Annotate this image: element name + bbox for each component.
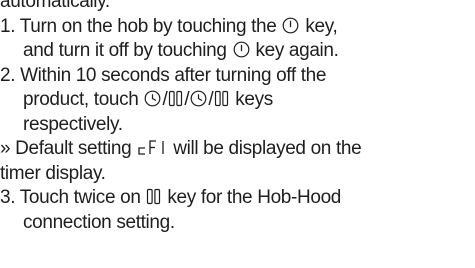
step-number: 1. <box>0 15 16 37</box>
power-icon <box>282 17 299 34</box>
top-fragment: automatically. <box>0 0 110 12</box>
step-1-line-2: and turn it off by touching key again. <box>23 40 339 61</box>
display-code-cfi <box>137 139 167 156</box>
note-line-2: timer display. <box>0 162 106 184</box>
note-line-1: » Default setting will be displayed on t… <box>0 138 362 159</box>
step-1-line-1: 1. Turn on the hob by touching the key, <box>0 15 475 40</box>
step-number: 3. <box>0 187 16 208</box>
timer-icon <box>144 90 161 107</box>
step-2-line-2: product, touch / / / keys <box>23 89 273 110</box>
power-icon <box>233 41 250 58</box>
timer-icon <box>190 90 207 107</box>
step-number: 2. <box>0 64 16 86</box>
step-3-line-1: 3. Touch twice on key for the Hob-Hood <box>0 186 475 211</box>
pause-icon <box>214 90 229 107</box>
step-2-line-1: 2. Within 10 seconds after turning off t… <box>0 64 475 89</box>
step-3-line-2: connection setting. <box>23 211 175 233</box>
pause-icon <box>168 90 183 107</box>
step-2-line-3: respectively. <box>23 113 123 135</box>
note-marker: » <box>0 138 11 159</box>
instruction-page: automatically. 1. Turn on the hob by tou… <box>0 0 475 235</box>
pause-icon <box>146 188 161 205</box>
